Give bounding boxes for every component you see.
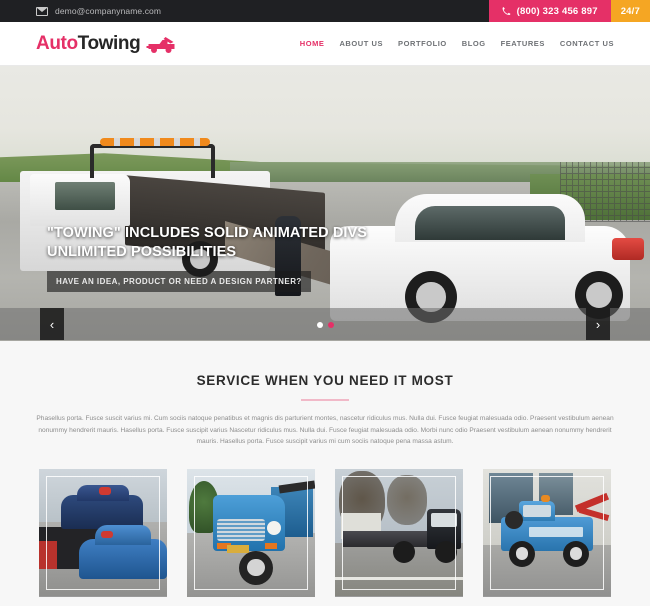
site-header: AutoTowing HOME ABOUT US PORTFOLIO BLOG … [0, 22, 650, 66]
service-card-2[interactable]: EMERGENCY TOWING 2 [187, 468, 315, 606]
section-description: Phasellus porta. Fusce suscit varius mi.… [36, 415, 614, 445]
carousel-dot-2[interactable] [327, 322, 334, 328]
nav-item-home[interactable]: HOME [300, 39, 325, 48]
hero-image-light-bar [100, 138, 210, 146]
top-bar-contact: demo@companyname.com [0, 0, 161, 22]
phone-icon [502, 7, 511, 15]
hours-badge: 24/7 [610, 0, 650, 22]
hero-image-truck-window [55, 182, 115, 210]
hours-label: 24/7 [620, 5, 640, 17]
top-bar-right: (800) 323 456 897 24/7 [488, 0, 650, 22]
tow-truck-icon [146, 36, 175, 53]
carousel-dots [0, 322, 650, 328]
services-section: SERVICE WHEN YOU NEED IT MOST Phasellus … [0, 341, 650, 606]
nav-item-about-us[interactable]: ABOUT US [339, 39, 383, 48]
email-link[interactable]: demo@companyname.com [55, 6, 161, 16]
nav-item-contact-us[interactable]: CONTACT US [560, 39, 614, 48]
logo-text-primary: Auto [36, 32, 78, 54]
mail-icon [36, 6, 48, 16]
logo[interactable]: AutoTowing [36, 33, 178, 55]
hero-subtitle: HAVE AN IDEA, PRODUCT OR NEED A DESIGN P… [47, 271, 311, 292]
phone-number: (800) 323 456 897 [516, 5, 598, 17]
service-image-4[interactable] [483, 468, 611, 597]
section-title: SERVICE WHEN YOU NEED IT MOST [196, 373, 454, 388]
top-bar: demo@companyname.com (800) 323 456 897 2… [0, 0, 650, 22]
carousel-dot-1[interactable] [316, 322, 323, 328]
nav-item-portfolio[interactable]: PORTFOLIO [398, 39, 447, 48]
logo-text: AutoTowing [36, 32, 141, 55]
service-image-3[interactable] [335, 468, 463, 597]
main-nav: HOME ABOUT US PORTFOLIO BLOG FEATURES CO… [300, 39, 614, 48]
service-thumbnail-grid: EMERGENCY TOWING 1 EMERGENCY TOWING 2 [0, 468, 650, 606]
hero-caption: "TOWING" INCLUDES SOLID ANIMATED DIVS UN… [47, 224, 447, 292]
phone-button[interactable]: (800) 323 456 897 [488, 0, 611, 22]
hero-image-truck-rack [90, 144, 215, 178]
service-image-1[interactable] [39, 468, 167, 597]
hero-title: "TOWING" INCLUDES SOLID ANIMATED DIVS UN… [47, 225, 368, 260]
service-image-2[interactable] [187, 468, 315, 597]
section-divider [301, 399, 349, 401]
service-card-3[interactable]: EMERGENCY TOWING 3 [335, 468, 463, 606]
nav-item-blog[interactable]: BLOG [462, 39, 486, 48]
logo-text-secondary: Towing [77, 32, 141, 54]
service-card-4[interactable]: EMERGENCY TOWING 4 [483, 468, 611, 606]
hero-image-tail-light [612, 238, 644, 260]
nav-item-features[interactable]: FEATURES [501, 39, 545, 48]
hero-slider: "TOWING" INCLUDES SOLID ANIMATED DIVS UN… [0, 66, 650, 341]
service-card-1[interactable]: EMERGENCY TOWING 1 [39, 468, 167, 606]
